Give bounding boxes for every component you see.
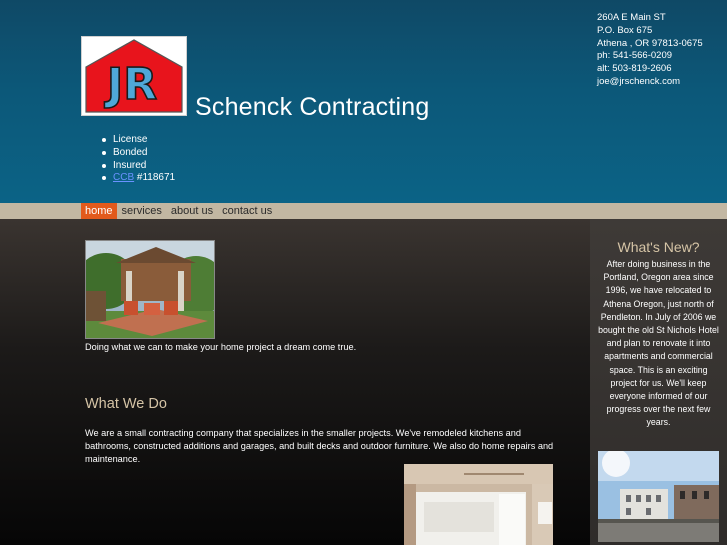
nav-services[interactable]: services: [118, 203, 166, 219]
features-list: License Bonded Insured CCB #118671: [101, 134, 176, 185]
alt-phone-number: alt: 503-819-2606: [597, 63, 672, 75]
header: JR Schenck Contracting License Bonded In…: [0, 0, 727, 203]
hero-caption: Doing what we can to make your home proj…: [85, 342, 357, 352]
nav-contact-us[interactable]: contact us: [218, 203, 276, 219]
bathroom-photo: [404, 464, 553, 545]
deck-photo: [85, 240, 215, 339]
nav-bar: home services about us contact us: [0, 203, 727, 219]
logo-graphic: JR: [85, 39, 183, 113]
address-street: 260A E Main ST: [597, 12, 666, 23]
feature-item: Insured: [101, 160, 175, 173]
hotel-photo: [598, 451, 719, 542]
address-po-box: P.O. Box 675: [597, 24, 653, 36]
ccb-link[interactable]: CCB: [113, 172, 134, 183]
ccb-number: #118671: [134, 172, 176, 184]
email-address[interactable]: joe@jrschenck.com: [597, 76, 703, 89]
phone-number: ph: 541-566-0209: [597, 50, 673, 62]
address-city: Athena , OR 97813-0675: [597, 37, 703, 49]
feature-item: CCB #118671: [101, 172, 176, 185]
logo-letters: JR: [104, 59, 157, 110]
feature-item: Bonded: [101, 147, 175, 160]
feature-item: License: [101, 134, 175, 147]
what-we-do-text: We are a small contracting company that …: [85, 428, 554, 464]
nav-about-us[interactable]: about us: [167, 203, 217, 219]
contact-info: 260A E Main ST P.O. Box 675 Athena , OR …: [597, 12, 703, 89]
nav-home[interactable]: home: [81, 203, 117, 219]
whats-new-heading: What's New?: [617, 239, 700, 255]
what-we-do-heading: What We Do: [85, 396, 167, 412]
site-title: Schenck Contracting: [195, 93, 430, 121]
whats-new-text: After doing business in the Portland, Or…: [598, 259, 719, 428]
company-logo[interactable]: JR: [81, 36, 187, 116]
nav-menu: home services about us contact us: [81, 203, 277, 219]
